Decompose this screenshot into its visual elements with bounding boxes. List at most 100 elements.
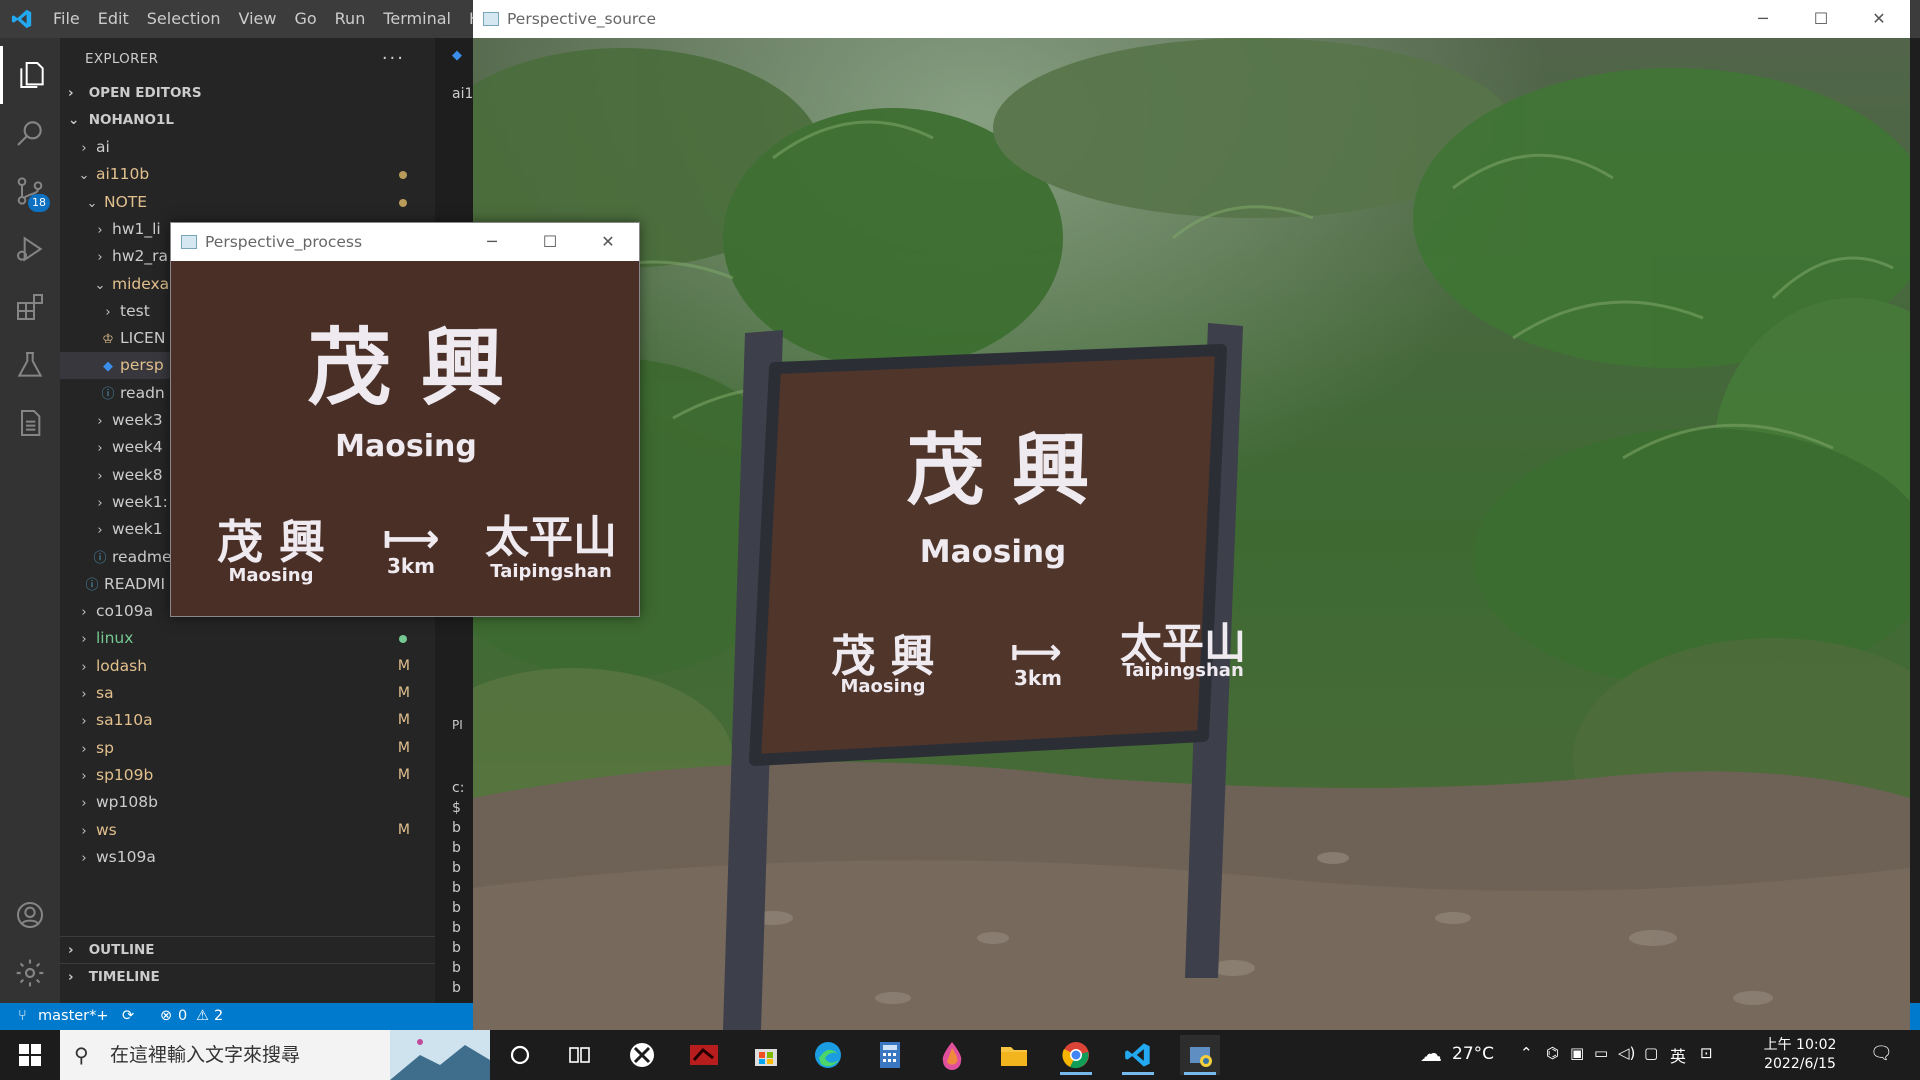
microsoft-store-icon[interactable] — [746, 1035, 786, 1075]
menu-run[interactable]: Run — [326, 0, 375, 38]
editor-tab-label[interactable]: ai1 — [452, 86, 473, 102]
tree-item-label: readme — [112, 547, 172, 566]
ime-language-indicator[interactable]: 英 — [1670, 1043, 1686, 1067]
explorer-header: EXPLORER ··· — [60, 38, 435, 80]
panel-tab-label[interactable]: PI — [452, 718, 463, 732]
tree-item-label: sa — [96, 684, 114, 702]
paint-drop-icon[interactable] — [932, 1035, 972, 1075]
account-icon[interactable] — [0, 886, 60, 944]
terminal-line: b — [452, 820, 461, 836]
warnings-count[interactable]: 2 — [214, 1003, 223, 1030]
testing-icon[interactable] — [0, 336, 60, 394]
more-actions-icon[interactable]: ··· — [382, 38, 405, 80]
errors-icon[interactable]: ⊗ — [160, 1003, 172, 1030]
source-control-icon[interactable]: 18 — [0, 162, 60, 220]
menu-view[interactable]: View — [230, 0, 286, 38]
tray-expand-icon[interactable]: ⌃ — [1520, 1044, 1533, 1062]
tree-item[interactable]: › ws109a — [60, 844, 435, 871]
search-placeholder: 在這裡輸入文字來搜尋 — [110, 1044, 301, 1066]
terminal-line: b — [452, 940, 461, 956]
timeline-section[interactable]: › TIMELINE — [60, 963, 435, 990]
volume-icon[interactable]: ◁) — [1618, 1044, 1635, 1062]
edge-browser-icon[interactable] — [808, 1035, 848, 1075]
tree-item-label: READMI — [104, 574, 166, 593]
tree-item[interactable]: ⌄ ai110b — [60, 161, 435, 188]
tree-item[interactable]: › sa M — [60, 680, 435, 707]
menu-selection[interactable]: Selection — [138, 0, 230, 38]
process-minimize-button[interactable]: ─ — [463, 223, 521, 261]
python-tab-icon[interactable]: ◆ — [452, 48, 462, 63]
tree-item-label: hw1_li — [112, 219, 161, 238]
menu-edit[interactable]: Edit — [89, 0, 138, 38]
chevron-right-icon: › — [97, 468, 103, 484]
search-icon[interactable] — [0, 104, 60, 162]
vscode-taskbar-icon[interactable] — [1118, 1035, 1158, 1075]
source-image: 茂 興 Maosing 茂 興 Maosing ⟼ 3km 太平山 Taipin… — [473, 38, 1910, 1030]
weather-temperature[interactable]: 27°C — [1452, 1044, 1494, 1064]
menu-go[interactable]: Go — [285, 0, 325, 38]
perspective-process-window: Perspective_process ─ ☐ ✕ 茂 興 Maosing 茂 … — [170, 222, 640, 617]
sync-icon[interactable]: ⟳ — [122, 1003, 134, 1030]
cortana-icon[interactable] — [500, 1035, 540, 1075]
branch-name[interactable]: master*+ — [38, 1003, 109, 1030]
windows-start-icon[interactable] — [10, 1035, 50, 1075]
meet-now-icon[interactable]: ▣ — [1570, 1044, 1584, 1062]
python-taskbar-icon[interactable] — [1180, 1035, 1220, 1075]
errors-count[interactable]: 0 — [178, 1003, 187, 1030]
warnings-icon[interactable]: ⚠ — [196, 1003, 209, 1030]
source-maximize-button[interactable]: ☐ — [1792, 0, 1850, 38]
battery-icon[interactable]: ▭ — [1594, 1044, 1608, 1062]
tree-item[interactable]: › ws M — [60, 817, 435, 844]
process-sign-chinese: 茂 興 — [307, 319, 505, 417]
tree-item-label: lodash — [96, 656, 148, 675]
task-view-icon[interactable] — [560, 1035, 600, 1075]
file-explorer-icon[interactable] — [994, 1035, 1034, 1075]
tree-item[interactable]: › linux — [60, 625, 435, 652]
workspace-root-section[interactable]: ⌄ NOHANO1L — [60, 107, 435, 134]
menu-terminal[interactable]: Terminal — [374, 0, 460, 38]
xbox-icon[interactable] — [622, 1035, 662, 1075]
chevron-right-icon: › — [81, 796, 87, 812]
process-maximize-button[interactable]: ☐ — [521, 223, 579, 261]
run-debug-icon[interactable] — [0, 220, 60, 278]
branch-icon[interactable]: ⑂ — [18, 1003, 27, 1030]
notes-icon[interactable] — [0, 394, 60, 452]
chrome-browser-icon[interactable] — [1056, 1035, 1096, 1075]
chevron-right-icon: › — [81, 768, 87, 784]
terminal-line: c: — [452, 780, 465, 796]
process-sign-distance: 3km — [386, 554, 436, 578]
chevron-right-icon: › — [81, 714, 87, 730]
process-image: 茂 興 Maosing 茂 興 Maosing ⟼ 3km 太平山 Taipin… — [171, 261, 639, 616]
tree-item[interactable]: › sp109b M — [60, 762, 435, 789]
git-modified-badge: M — [397, 712, 410, 729]
tree-item[interactable]: › lodash M — [60, 653, 435, 680]
calculator-icon[interactable] — [870, 1035, 910, 1075]
menu-file[interactable]: File — [44, 0, 89, 38]
open-editors-section[interactable]: › OPEN EDITORS — [60, 80, 435, 107]
notification-center-icon[interactable]: 🗨 — [1870, 1043, 1893, 1064]
network-icon[interactable]: ⌬ — [1546, 1044, 1559, 1062]
process-close-button[interactable]: ✕ — [579, 223, 637, 261]
settings-gear-icon[interactable] — [0, 944, 60, 1002]
game-app-icon[interactable] — [684, 1035, 724, 1075]
search-highlight-image — [390, 1030, 490, 1080]
chevron-right-icon: › — [97, 523, 103, 539]
tree-item[interactable]: › sa110a M — [60, 707, 435, 734]
taskbar-search-box[interactable]: ⚲ 在這裡輸入文字來搜尋 — [60, 1030, 490, 1080]
source-sign-right-english: Taipingshan — [1122, 660, 1244, 681]
weather-cloud-icon[interactable]: ☁ — [1420, 1042, 1442, 1067]
git-modified-badge: M — [397, 739, 410, 756]
clock-time[interactable]: 上午 10:02 — [1750, 1034, 1850, 1054]
outline-section[interactable]: › OUTLINE — [60, 936, 435, 963]
source-minimize-button[interactable]: ─ — [1734, 0, 1792, 38]
tree-item[interactable]: › wp108b — [60, 789, 435, 816]
source-close-button[interactable]: ✕ — [1850, 0, 1908, 38]
tree-item[interactable]: ⌄ NOTE — [60, 189, 435, 216]
extensions-icon[interactable] — [0, 278, 60, 336]
tree-item[interactable]: › ai — [60, 134, 435, 161]
explorer-icon[interactable] — [0, 46, 60, 104]
clock-date[interactable]: 2022/6/15 — [1750, 1056, 1850, 1072]
display-icon[interactable]: ▢ — [1644, 1044, 1658, 1062]
ime-mode-icon[interactable]: ⊡ — [1700, 1044, 1713, 1062]
tree-item[interactable]: › sp M — [60, 735, 435, 762]
